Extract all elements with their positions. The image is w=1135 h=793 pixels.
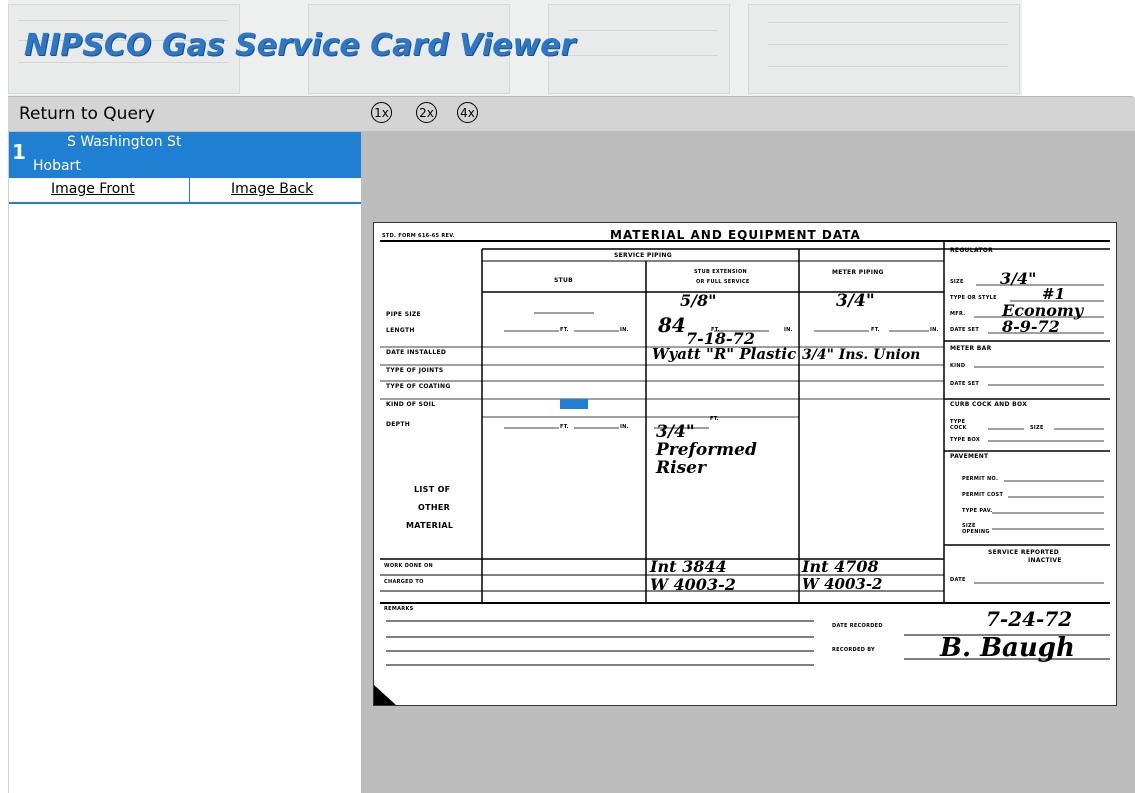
result-item[interactable]: 1 S Washington St Hobart (9, 132, 361, 178)
hw-recorded-by: B. Baugh (940, 633, 1075, 663)
type-pav-label: TYPE PAV. (962, 508, 993, 514)
in-label: IN. (620, 327, 629, 333)
ft-label: FT. (560, 424, 569, 430)
results-sidebar: 1 S Washington St Hobart Image Front Ima… (8, 132, 361, 793)
ft-label: FT. (710, 416, 719, 422)
charged-to-label: CHARGED TO (384, 579, 424, 585)
app-title: NIPSCO Gas Service Card Viewer (24, 28, 576, 63)
meter-bar-label: METER BAR (950, 345, 992, 352)
service-card-image[interactable]: STD. FORM 616-65 REV. MATERIAL AND EQUIP… (373, 222, 1117, 706)
list-other-label: OTHER (418, 503, 451, 512)
result-street: S Washington St (67, 134, 182, 150)
stub-extension-label: STUB EXTENSION (694, 269, 748, 275)
in-label: IN. (930, 327, 939, 333)
type-of-coating-label: TYPE OF COATING (386, 383, 451, 390)
date-recorded-label: DATE RECORDED (832, 623, 883, 629)
date-installed-label: DATE INSTALLED (386, 349, 447, 356)
permit-no-label: PERMIT NO. (962, 476, 999, 482)
inactive-label: INACTIVE (1028, 557, 1062, 564)
remarks-label: REMARKS (384, 606, 414, 612)
hw-ext-other: 3/4" Preformed Riser (656, 422, 757, 478)
kind-label: KIND (950, 363, 966, 369)
regulator-label: REGULATOR (950, 247, 994, 254)
meter-piping-label: METER PIPING (832, 269, 884, 276)
list-other-label: MATERIAL (406, 521, 454, 530)
size-opening-label: SIZE OPENING (962, 523, 990, 535)
list-other-label: LIST OF (414, 485, 451, 494)
date-label: DATE (950, 577, 966, 583)
result-index: 1 (12, 140, 26, 164)
kind-of-soil-label: KIND OF SOIL (386, 401, 436, 408)
zoom-1x-button[interactable]: 1x (371, 102, 392, 123)
hw-charged-meter: W 4003-2 (802, 575, 883, 593)
zoom-2x-button[interactable]: 2x (416, 102, 437, 123)
service-reported-label: SERVICE REPORTED (988, 549, 1060, 556)
header-banner: NIPSCO Gas Service Card Viewer (8, 0, 1133, 97)
recorded-by-label: RECORDED BY (832, 647, 875, 653)
toolbar: Return to Query 1x 2x 4x (8, 97, 1135, 132)
hw-reg-size: 3/4" (1000, 269, 1037, 288)
hw-work-meter: Int 4708 (802, 557, 879, 576)
hw-work-ext: Int 3844 (650, 557, 727, 576)
result-city: Hobart (33, 158, 81, 174)
mfr-label: MFR. (950, 311, 966, 317)
cock-size-label: SIZE (1030, 425, 1044, 431)
pipe-size-label: PIPE SIZE (386, 311, 421, 318)
reg-date-set-label: DATE SET (950, 327, 980, 333)
curb-cock-label: CURB COCK AND BOX (950, 401, 1028, 408)
ft-label: FT. (560, 327, 569, 333)
image-front-link[interactable]: Image Front (51, 181, 135, 197)
hw-meter-joints: 3/4" Ins. Union (802, 347, 921, 363)
in-label: IN. (620, 424, 629, 430)
stub-label: STUB (554, 277, 574, 284)
image-side-tabs: Image Front Image Back (9, 178, 361, 204)
tab-divider (189, 178, 190, 202)
in-label: IN. (784, 327, 793, 333)
hw-ext-size: 5/8" (680, 291, 717, 310)
hw-reg-date: 8-9-72 (1002, 317, 1060, 336)
type-of-joints-label: TYPE OF JOINTS (386, 367, 444, 374)
type-cock-label: TYPE COCK (950, 419, 967, 431)
hw-charged-ext: W 4003-2 (650, 575, 736, 594)
type-box-label: TYPE BOX (950, 437, 980, 443)
depth-label: DEPTH (386, 421, 411, 428)
banner-background-card (748, 4, 1020, 94)
form-number: STD. FORM 616-65 REV. (382, 233, 455, 239)
hw-ext-joints: Wyatt "R" Plastic (652, 345, 797, 363)
length-label: LENGTH (386, 327, 415, 334)
full-service-label: OR FULL SERVICE (696, 279, 750, 285)
card-title: MATERIAL AND EQUIPMENT DATA (610, 228, 861, 242)
image-back-link[interactable]: Image Back (231, 181, 313, 197)
zoom-4x-button[interactable]: 4x (457, 102, 478, 123)
hw-meter-size: 3/4" (836, 291, 875, 311)
permit-cost-label: PERMIT COST (962, 492, 1004, 498)
hw-date-recorded: 7-24-72 (986, 607, 1073, 631)
reg-size-label: SIZE (950, 279, 964, 285)
hw-ext-length: 84 (658, 313, 686, 337)
work-done-on-label: WORK DONE ON (384, 563, 434, 569)
ft-label: FT. (871, 327, 880, 333)
image-viewer: STD. FORM 616-65 REV. MATERIAL AND EQUIP… (361, 132, 1135, 793)
pavement-label: PAVEMENT (950, 453, 989, 460)
return-to-query-link[interactable]: Return to Query (19, 104, 155, 124)
type-or-style-label: TYPE OR STYLE (950, 295, 997, 301)
service-piping-label: SERVICE PIPING (614, 252, 672, 259)
bar-date-set-label: DATE SET (950, 381, 980, 387)
